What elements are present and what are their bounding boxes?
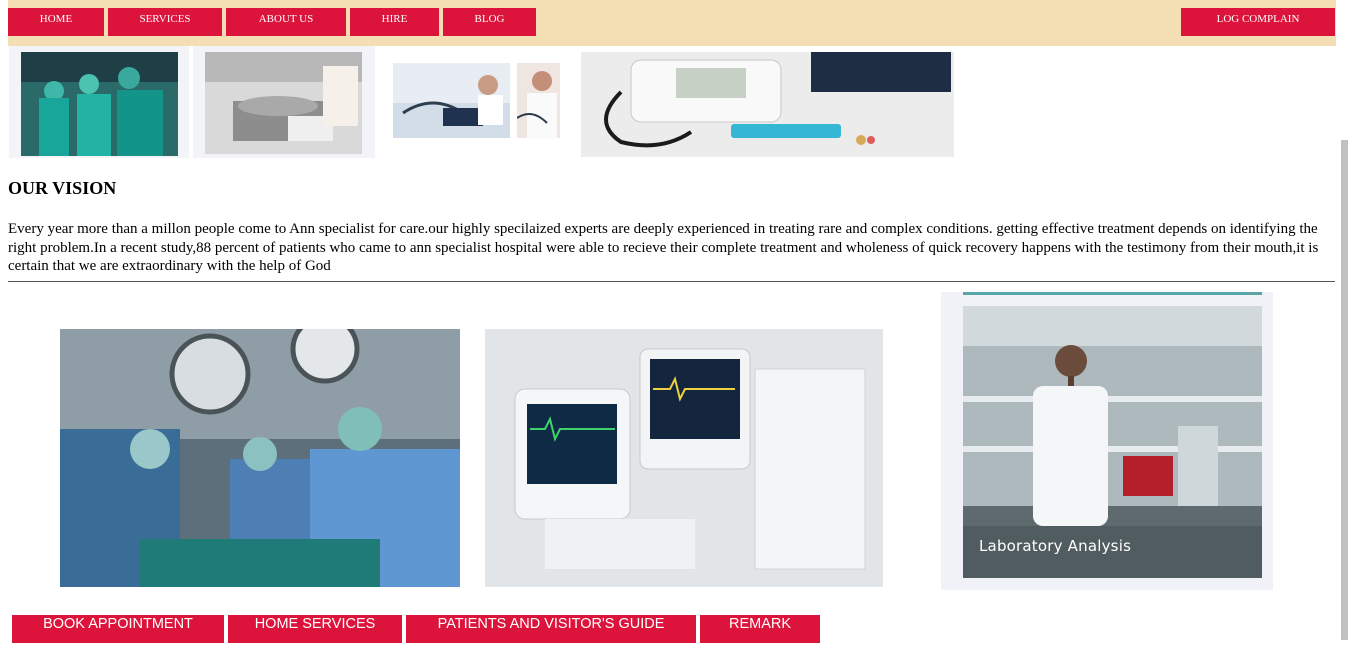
- nav-blog-button[interactable]: BLOG: [443, 8, 536, 36]
- nav-about-button[interactable]: ABOUT US: [226, 8, 346, 36]
- lab-equipment-image: [193, 46, 375, 158]
- nav-services-button[interactable]: SERVICES: [108, 8, 222, 36]
- lab-caption: Laboratory Analysis: [979, 537, 1132, 555]
- home-services-button[interactable]: HOME SERVICES: [228, 615, 402, 643]
- doctor-partial-image: [517, 63, 560, 138]
- vision-heading: OUR VISION: [8, 178, 117, 198]
- scrollbar-thumb[interactable]: [1341, 140, 1348, 640]
- remark-button[interactable]: REMARK: [700, 615, 820, 643]
- bp-monitor-image: [581, 52, 954, 157]
- book-appointment-button[interactable]: BOOK APPOINTMENT: [12, 615, 224, 643]
- operating-room-image: [60, 329, 460, 587]
- lab-card-top-strip: [963, 292, 1262, 295]
- page-scrollbar[interactable]: [1340, 0, 1349, 654]
- nav-home-button[interactable]: HOME: [8, 8, 104, 36]
- vision-paragraph: Every year more than a millon people com…: [8, 221, 1319, 274]
- surgery-team-image: [9, 46, 189, 158]
- log-complain-button[interactable]: LOG COMPLAIN: [1181, 8, 1335, 36]
- nav-hire-button[interactable]: HIRE: [350, 8, 439, 36]
- section-divider: [8, 281, 1335, 282]
- blood-pressure-check-image: [393, 63, 510, 138]
- top-navbar: HOME SERVICES ABOUT US HIRE BLOG LOG COM…: [8, 0, 1336, 46]
- page: HOME SERVICES ABOUT US HIRE BLOG LOG COM…: [0, 0, 1340, 654]
- icu-monitors-image: [485, 329, 883, 587]
- patients-guide-button[interactable]: PATIENTS AND VISITOR'S GUIDE: [406, 615, 696, 643]
